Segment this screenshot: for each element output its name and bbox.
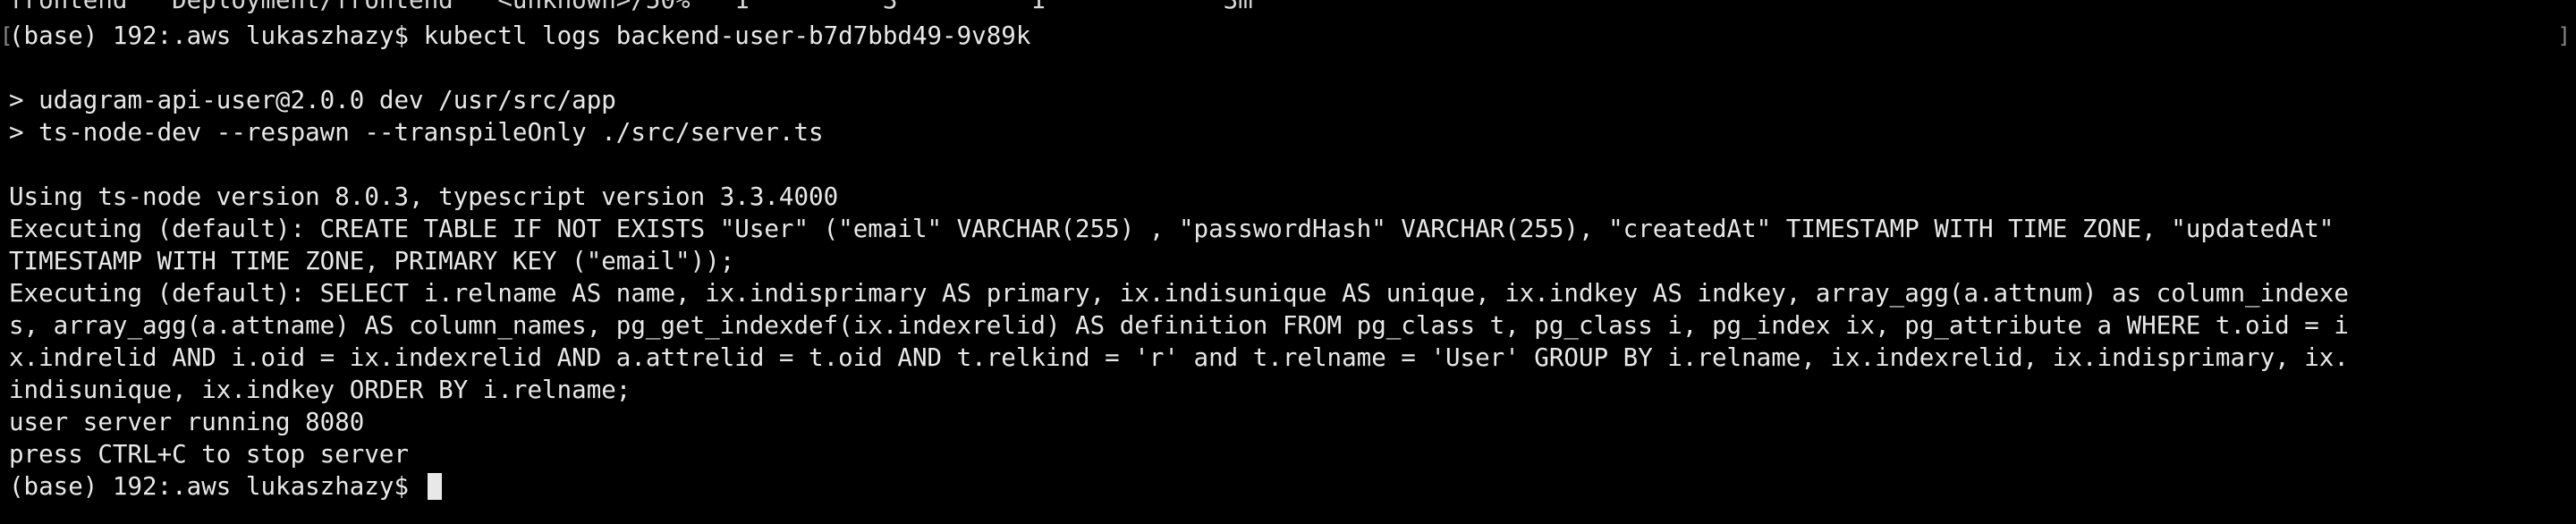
terminal-line-command: (base) 192:.aws lukaszhazy$ kubectl logs… — [9, 21, 1031, 50]
terminal-line: indisunique, ix.indkey ORDER BY i.relnam… — [9, 376, 631, 404]
terminal-line: s, array_agg(a.attname) AS column_names,… — [9, 311, 2349, 340]
terminal-line: TIMESTAMP WITH TIME ZONE, PRIMARY KEY ("… — [9, 247, 735, 275]
text-cursor — [427, 473, 442, 500]
command-mark-left: [ — [0, 23, 13, 48]
terminal-line: press CTRL+C to stop server — [9, 440, 410, 469]
terminal-line: > udagram-api-user@2.0.0 dev /usr/src/ap… — [9, 86, 616, 114]
terminal-line: Executing (default): SELECT i.relname AS… — [9, 279, 2349, 308]
command-mark-right: ] — [2557, 23, 2571, 48]
terminal-line-partial: frontend Deployment/frontend <unknown>/5… — [9, 0, 1253, 14]
terminal-line: Using ts-node version 8.0.3, typescript … — [9, 182, 839, 211]
terminal-line: > ts-node-dev --respawn --transpileOnly … — [9, 118, 824, 147]
terminal-line: x.indrelid AND i.oid = ix.indexrelid AND… — [9, 343, 2349, 372]
terminal-line: user server running 8080 — [9, 408, 365, 436]
terminal-window[interactable]: frontend Deployment/frontend <unknown>/5… — [0, 0, 2576, 524]
terminal-prompt-line[interactable]: (base) 192:.aws lukaszhazy$ — [9, 470, 442, 503]
terminal-prompt: (base) 192:.aws lukaszhazy$ — [9, 472, 424, 501]
terminal-line: Executing (default): CREATE TABLE IF NOT… — [9, 215, 2334, 243]
